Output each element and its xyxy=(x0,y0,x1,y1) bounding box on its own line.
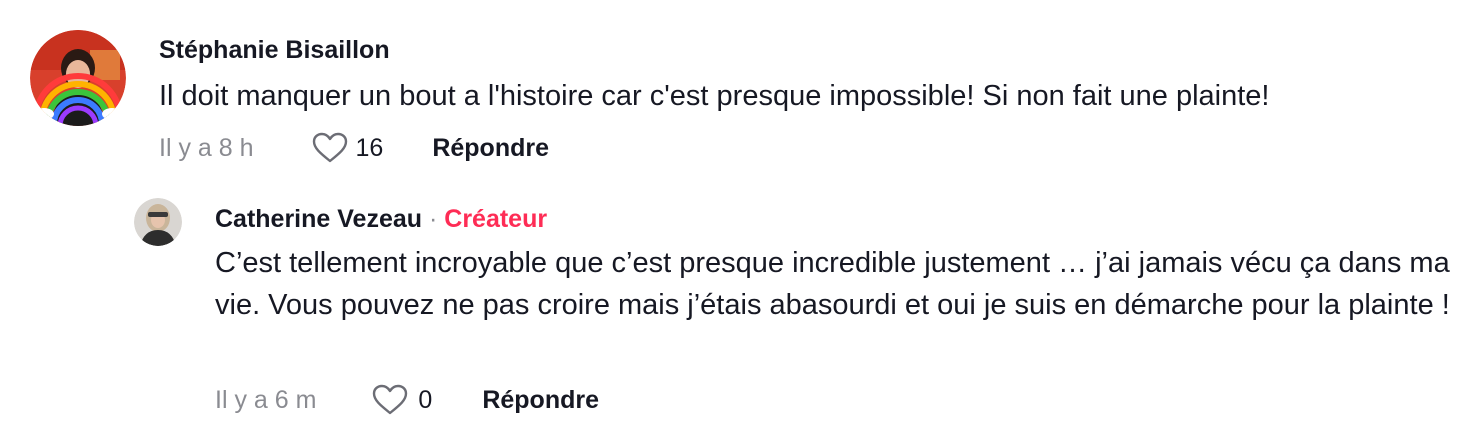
comment-time: Il y a 6 m xyxy=(215,385,317,414)
comment-author[interactable]: Stéphanie Bisaillon xyxy=(159,36,390,65)
reply-comment-item: Catherine Vezeau · Créateur C’est tellem… xyxy=(0,180,1480,440)
separator-dot: · xyxy=(428,205,438,233)
comment-meta: Il y a 6 m 0 Répondre xyxy=(215,382,599,418)
comment-text: Il doit manquer un bout a l'histoire car… xyxy=(159,80,1270,112)
comment-time: Il y a 8 h xyxy=(159,133,254,162)
heart-icon xyxy=(372,384,408,416)
comment-meta: Il y a 8 h 16 Répondre xyxy=(159,130,549,166)
like-count: 16 xyxy=(355,133,384,162)
reply-button[interactable]: Répondre xyxy=(482,386,599,415)
reply-button[interactable]: Répondre xyxy=(432,134,549,163)
avatar-image xyxy=(30,30,126,126)
like-count: 0 xyxy=(418,385,433,414)
avatar[interactable] xyxy=(134,198,182,246)
like-button[interactable]: 0 xyxy=(372,384,432,416)
comment-text: C’est tellement incroyable que c’est pre… xyxy=(215,247,1450,321)
comment-item: Stéphanie Bisaillon Il doit manquer un b… xyxy=(0,0,1480,180)
avatar-image xyxy=(134,198,182,246)
avatar[interactable] xyxy=(30,30,126,126)
comment-author[interactable]: Catherine Vezeau xyxy=(215,205,422,233)
like-button[interactable]: 16 xyxy=(312,132,384,164)
creator-badge: Créateur xyxy=(444,205,548,233)
heart-icon xyxy=(312,132,348,164)
comment-author-line: Catherine Vezeau · Créateur xyxy=(215,205,547,234)
